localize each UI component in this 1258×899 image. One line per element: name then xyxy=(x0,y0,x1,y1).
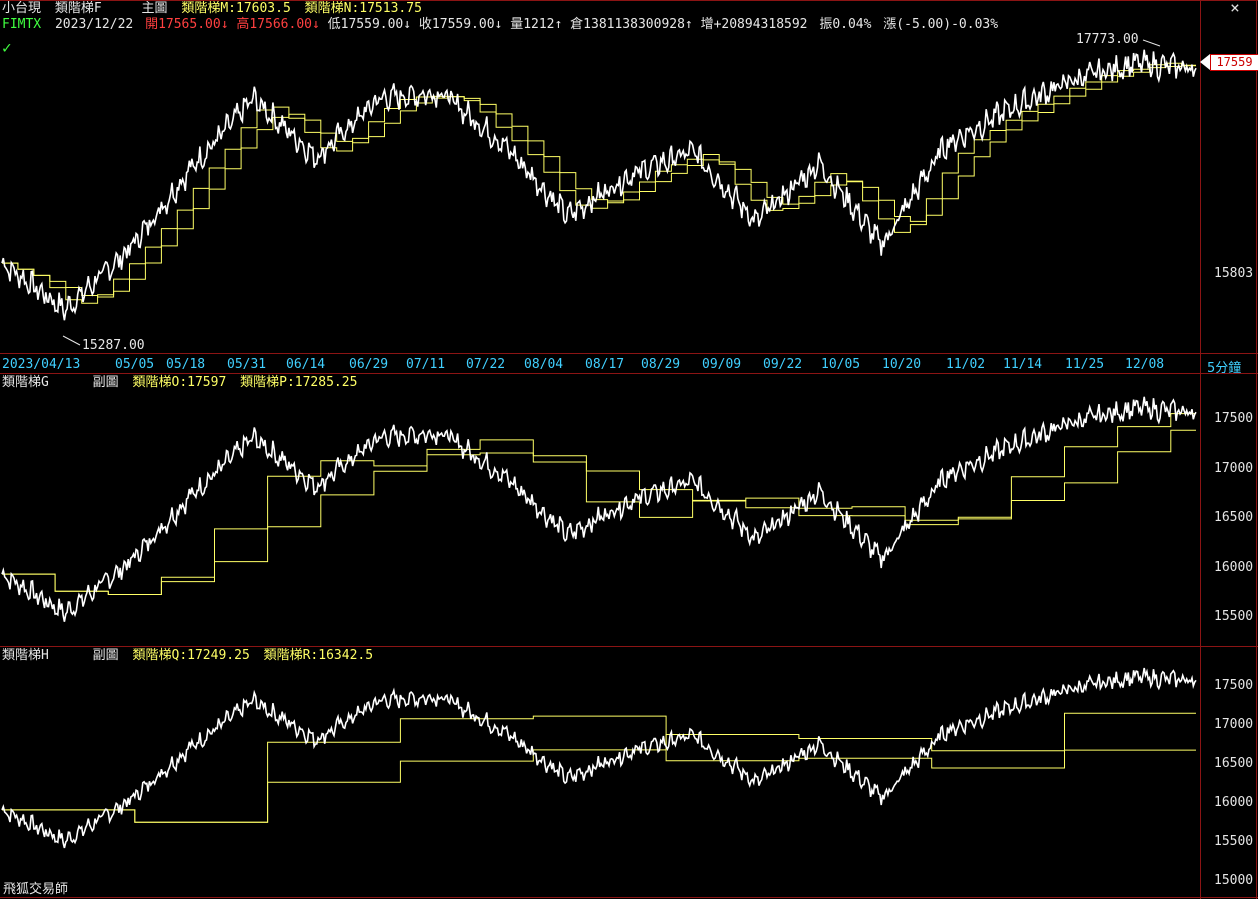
sub2-label: 副圖 xyxy=(92,648,119,663)
date-tick: 05/05 xyxy=(115,357,155,372)
chart-canvas[interactable] xyxy=(0,0,1258,899)
r-label: 類階梯R: xyxy=(263,648,319,663)
price-tick: 16500 xyxy=(1214,756,1254,771)
date-tick: 12/08 xyxy=(1125,357,1165,372)
date-tick: 11/14 xyxy=(1003,357,1043,372)
date-tick: 05/18 xyxy=(166,357,206,372)
date-tick: 07/22 xyxy=(466,357,506,372)
p-label: 類階梯P: xyxy=(240,375,295,390)
price-tick: 16000 xyxy=(1214,559,1254,575)
sub1-label: 副圖 xyxy=(92,375,119,390)
price-line-main xyxy=(1,49,1197,321)
step-line-q xyxy=(2,712,1196,823)
price-tick: 17000 xyxy=(1214,460,1254,476)
price-tick: 15500 xyxy=(1214,834,1254,849)
sub1-header: 類階梯G 副圖 類階梯O:17597 類階梯P:17285.25 xyxy=(2,375,357,391)
high-marker-line xyxy=(1142,39,1161,47)
r-value: 16342.5 xyxy=(318,648,374,663)
p-value: 17285.25 xyxy=(294,375,358,390)
interval-selector[interactable]: 5分鐘 xyxy=(1207,357,1241,376)
watermark: 飛狐交易師 xyxy=(3,882,69,897)
last-price-tag: 17559 xyxy=(1200,54,1258,71)
date-tick: 06/14 xyxy=(286,357,326,372)
date-tick: 11/25 xyxy=(1065,357,1105,372)
last-price-value: 17559 xyxy=(1210,54,1258,71)
price-tick: 17000 xyxy=(1214,717,1254,732)
date-tick: 11/02 xyxy=(946,357,986,372)
sub1-indicator: 類階梯G xyxy=(2,375,49,390)
date-tick: 09/09 xyxy=(702,357,742,372)
price-line-sub1 xyxy=(1,396,1197,622)
sub2-indicator: 類階梯H xyxy=(2,648,49,663)
low-marker-line xyxy=(62,335,81,346)
price-tick: 17500 xyxy=(1214,411,1254,426)
trading-chart-window: 小台現 類階梯F 主圖 類階梯M:17603.5 類階梯N:17513.75 F… xyxy=(0,0,1258,899)
date-tick: 10/05 xyxy=(821,357,861,372)
step-line-r xyxy=(2,734,1196,823)
date-tick: 10/20 xyxy=(882,357,922,372)
date-tick: 06/29 xyxy=(349,357,389,372)
date-tick: 05/31 xyxy=(227,357,267,372)
date-tick: 07/11 xyxy=(406,357,446,372)
date-tick: 09/22 xyxy=(763,357,803,372)
o-label: 類階梯O: xyxy=(132,375,188,390)
date-tick: 08/17 xyxy=(585,357,625,372)
high-mark-label: 17773.00 xyxy=(1076,32,1139,47)
q-label: 類階梯Q: xyxy=(132,648,188,663)
price-tick: 17500 xyxy=(1214,678,1254,693)
price-tag-arrow-icon xyxy=(1200,54,1210,70)
price-tick: 16000 xyxy=(1214,795,1254,810)
sub2-header: 類階梯H 副圖 類階梯Q:17249.25 類階梯R:16342.5 xyxy=(2,648,373,664)
price-tick: 15500 xyxy=(1214,609,1254,624)
main-axis-label: 15803 xyxy=(1214,266,1254,281)
q-value: 17249.25 xyxy=(187,648,250,663)
price-line-sub2 xyxy=(1,667,1197,849)
date-tick: 08/29 xyxy=(641,357,681,372)
date-tick: 08/04 xyxy=(524,357,564,372)
o-value: 17597 xyxy=(187,375,227,390)
date-tick: 2023/04/13 xyxy=(2,357,81,372)
low-mark-label: 15287.00 xyxy=(82,338,145,353)
price-tick: 15000 xyxy=(1214,873,1254,888)
price-tick: 16500 xyxy=(1214,510,1254,525)
